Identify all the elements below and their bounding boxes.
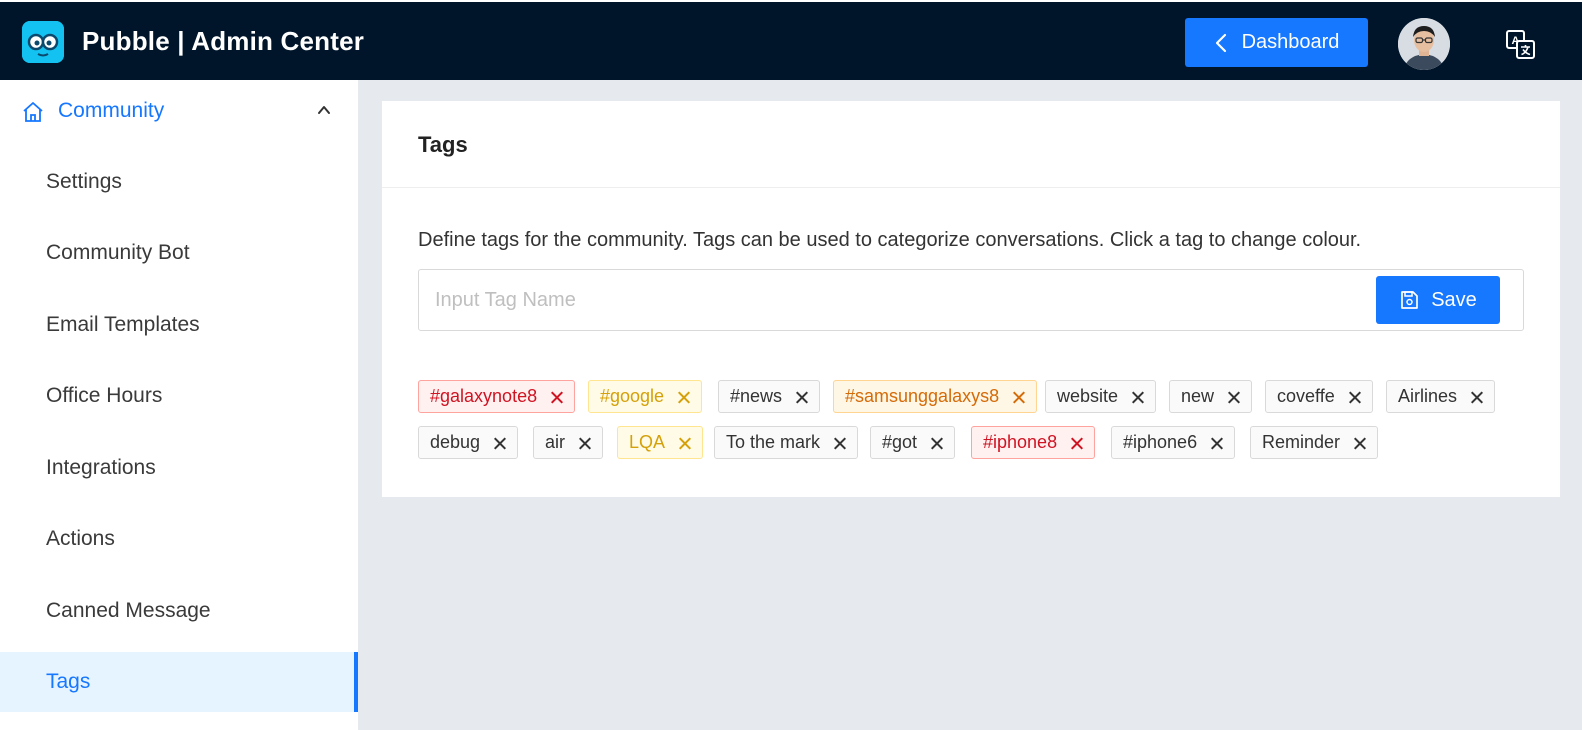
tag-item[interactable]: air <box>533 426 604 459</box>
close-icon[interactable] <box>1013 391 1025 403</box>
app-title: Pubble | Admin Center <box>82 26 365 56</box>
tag-item[interactable]: coveffe <box>1265 380 1373 413</box>
save-icon <box>1401 291 1419 309</box>
tag-item[interactable]: Airlines <box>1386 380 1496 413</box>
sidebar-item-office-hours[interactable]: Office Hours <box>0 367 358 425</box>
sidebar-item-label: Office Hours <box>46 384 163 407</box>
tag-item[interactable]: LQA <box>617 426 704 459</box>
close-icon[interactable] <box>931 437 943 449</box>
app-logo-icon[interactable] <box>22 21 64 63</box>
sidebar-item-email-templates[interactable]: Email Templates <box>0 296 358 354</box>
sidebar-item-community-bot[interactable]: Community Bot <box>0 224 358 282</box>
dashboard-button[interactable]: Dashboard <box>1185 18 1368 67</box>
chevron-up-icon <box>318 106 330 114</box>
tag-item[interactable]: debug <box>418 426 519 459</box>
tag-label: Reminder <box>1262 432 1341 452</box>
close-icon[interactable] <box>1132 391 1144 403</box>
sidebar-item-canned-message[interactable]: Canned Message <box>0 582 358 640</box>
close-icon[interactable] <box>1354 437 1366 449</box>
tag-label: LQA <box>629 432 666 452</box>
sidebar-item-actions[interactable]: Actions <box>0 510 358 568</box>
save-button[interactable]: Save <box>1376 276 1500 324</box>
close-icon[interactable] <box>1471 391 1483 403</box>
tag-item[interactable]: #galaxynote8 <box>418 380 576 413</box>
dashboard-button-label: Dashboard <box>1241 31 1340 53</box>
tag-item[interactable]: #iphone6 <box>1111 426 1236 459</box>
tag-input-group: Save <box>418 269 1524 331</box>
close-icon[interactable] <box>678 391 690 403</box>
chevron-left-icon <box>1215 33 1226 52</box>
tag-item[interactable]: #google <box>588 380 703 413</box>
sidebar-item-label: Email Templates <box>46 313 200 336</box>
tag-label: air <box>545 432 566 452</box>
tag-label: website <box>1057 386 1119 406</box>
tag-item[interactable]: To the mark <box>714 426 859 459</box>
tag-item[interactable]: new <box>1169 380 1253 413</box>
tag-item[interactable]: #samsunggalaxys8 <box>833 380 1038 413</box>
tag-label: To the mark <box>726 432 821 452</box>
card-divider <box>382 187 1560 188</box>
sidebar: Community Settings Community Bot Email T… <box>0 80 358 730</box>
tag-label: Airlines <box>1398 386 1458 406</box>
close-icon[interactable] <box>1228 391 1240 403</box>
tag-item[interactable]: #iphone8 <box>971 426 1096 459</box>
sidebar-item-label: Actions <box>46 527 115 550</box>
tag-label: #news <box>730 386 783 406</box>
tag-label: #iphone8 <box>983 432 1058 452</box>
close-icon[interactable] <box>834 437 846 449</box>
home-icon <box>23 102 43 122</box>
close-icon[interactable] <box>796 391 808 403</box>
sidebar-item-label: Community Bot <box>46 241 190 264</box>
tag-label: #iphone6 <box>1123 432 1198 452</box>
sidebar-item-settings[interactable]: Settings <box>0 153 358 211</box>
save-button-label: Save <box>1431 288 1477 311</box>
tag-item[interactable]: website <box>1045 380 1157 413</box>
tags-card: Tags Define tags for the community. Tags… <box>382 101 1560 497</box>
close-icon[interactable] <box>1349 391 1361 403</box>
sidebar-item-label: Integrations <box>46 456 156 479</box>
tag-name-input[interactable] <box>435 282 1335 318</box>
tag-item[interactable]: #news <box>718 380 821 413</box>
sidebar-group-label: Community <box>58 99 165 122</box>
close-icon[interactable] <box>1211 437 1223 449</box>
tag-label: new <box>1181 386 1215 406</box>
close-icon[interactable] <box>494 437 506 449</box>
tags-description: Define tags for the community. Tags can … <box>418 229 1362 251</box>
tag-item[interactable]: #got <box>870 426 956 459</box>
sidebar-item-integrations[interactable]: Integrations <box>0 439 358 497</box>
tag-label: debug <box>430 432 481 452</box>
sidebar-item-tags[interactable]: Tags <box>0 652 358 712</box>
sidebar-item-label: Tags <box>46 670 91 693</box>
sidebar-item-label: Canned Message <box>46 599 211 622</box>
close-icon[interactable] <box>679 437 691 449</box>
tag-item[interactable]: Reminder <box>1250 426 1379 459</box>
tag-label: #got <box>882 432 918 452</box>
top-header: Pubble | Admin Center Dashboard A <box>0 0 1582 80</box>
tag-label: #samsunggalaxys8 <box>845 386 1000 406</box>
tag-label: coveffe <box>1277 386 1335 406</box>
page-title: Tags <box>418 132 468 157</box>
tag-label: #google <box>600 386 665 406</box>
user-avatar[interactable] <box>1398 18 1450 70</box>
sidebar-group-community[interactable]: Community <box>0 80 358 142</box>
close-icon[interactable] <box>579 437 591 449</box>
translate-icon[interactable]: A <box>1504 28 1536 60</box>
close-icon[interactable] <box>1071 437 1083 449</box>
tag-label: #galaxynote8 <box>430 386 538 406</box>
sidebar-item-label: Settings <box>46 170 122 193</box>
close-icon[interactable] <box>551 391 563 403</box>
